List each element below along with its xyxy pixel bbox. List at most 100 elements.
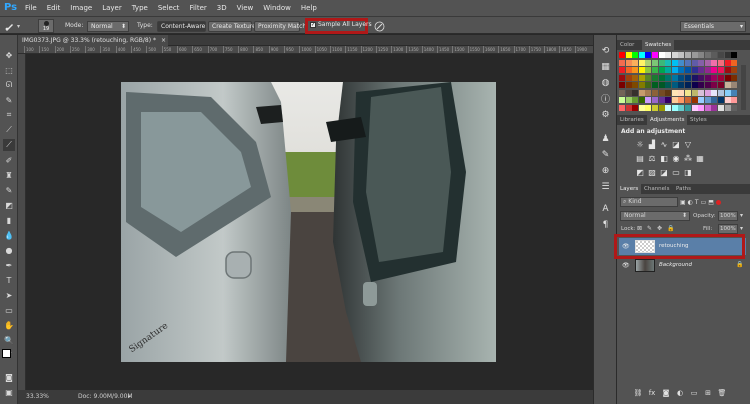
color-swatch[interactable] (685, 97, 691, 103)
visibility-eye-icon[interactable]: 👁 (622, 262, 630, 269)
layer-style-icon[interactable]: fx (647, 388, 657, 398)
eyedropper-tool-icon[interactable]: ⟋ (3, 124, 15, 136)
color-swatch[interactable] (645, 59, 652, 66)
menu-3d[interactable]: 3D (212, 0, 232, 16)
color-swatch[interactable] (685, 59, 691, 66)
color-swatch[interactable] (652, 67, 658, 73)
filter-toggle-icon[interactable] (715, 199, 721, 205)
color-swatch[interactable] (691, 59, 698, 66)
color-swatch[interactable] (652, 82, 658, 88)
lasso-tool-icon[interactable]: ᘏ (3, 79, 15, 91)
color-swatch[interactable] (665, 52, 672, 58)
color-swatch[interactable] (691, 97, 698, 103)
color-swatch[interactable] (671, 67, 678, 73)
color-swatch[interactable] (685, 67, 691, 73)
color-swatch[interactable] (671, 82, 678, 88)
brightness-icon[interactable]: ☼ (635, 139, 645, 149)
path-select-tool-icon[interactable]: ➤ (3, 289, 15, 301)
shape-filter-icon[interactable]: ▭ (701, 199, 707, 206)
dodge-tool-icon[interactable]: ● (3, 244, 15, 256)
tab-styles[interactable]: Styles (687, 115, 710, 125)
color-swatch[interactable] (652, 74, 658, 81)
color-swatch[interactable] (685, 104, 691, 111)
color-swatch[interactable] (632, 74, 639, 81)
color-swatch[interactable] (632, 104, 639, 111)
color-swatch[interactable] (632, 59, 639, 66)
lock-position-icon[interactable]: ✥ (657, 225, 662, 232)
color-swatch[interactable] (711, 59, 718, 66)
color-swatch[interactable] (691, 67, 698, 73)
color-swatch[interactable] (678, 82, 685, 88)
adjustment-filter-icon[interactable]: ◐ (688, 199, 693, 206)
color-swatch[interactable] (718, 59, 724, 66)
menu-filter[interactable]: Filter (184, 0, 211, 16)
color-swatch[interactable] (704, 104, 711, 111)
info-icon[interactable]: ⓘ (599, 92, 612, 105)
color-swatch[interactable] (619, 82, 625, 88)
color-swatch[interactable] (619, 89, 625, 96)
new-adjustment-icon[interactable]: ◐ (675, 388, 685, 398)
color-swatch[interactable] (724, 97, 731, 103)
stamp-icon[interactable]: ♟ (599, 132, 612, 145)
tab-libraries[interactable]: Libraries (617, 115, 647, 125)
color-swatch[interactable] (665, 67, 672, 73)
tool-preset-picker[interactable]: ▾ (4, 20, 28, 32)
color-swatch[interactable] (638, 89, 645, 96)
color-swatch[interactable] (678, 104, 685, 111)
color-swatch[interactable] (619, 104, 625, 111)
color-swatch[interactable] (678, 97, 685, 103)
properties-icon[interactable]: ⚙ (599, 108, 612, 121)
tab-channels[interactable]: Channels (641, 184, 672, 194)
photo-image[interactable]: Signature (121, 82, 496, 362)
color-swatch[interactable] (619, 59, 625, 66)
color-swatch[interactable] (632, 67, 639, 73)
color-swatch[interactable] (711, 82, 718, 88)
lock-transparent-icon[interactable]: ⊠ (637, 225, 642, 232)
brush-tool-icon[interactable]: ✐ (3, 154, 15, 166)
layer-row-background[interactable]: 👁 Background 🔒 (619, 257, 746, 274)
color-swatch[interactable] (638, 67, 645, 73)
color-swatch[interactable] (718, 97, 724, 103)
color-swatch[interactable] (731, 67, 738, 73)
foreground-color-swatch[interactable] (2, 349, 11, 358)
color-swatch[interactable] (724, 52, 731, 58)
color-swatch[interactable] (691, 104, 698, 111)
color-swatch[interactable] (718, 52, 724, 58)
fill-input[interactable]: 100% (718, 224, 738, 234)
color-swatch[interactable] (698, 89, 705, 96)
color-swatch[interactable] (711, 97, 718, 103)
color-swatch[interactable] (645, 67, 652, 73)
gradient-tool-icon[interactable]: ▮ (3, 214, 15, 226)
menu-select[interactable]: Select (153, 0, 185, 16)
screen-mode-icon[interactable]: ▣ (3, 386, 15, 398)
pixel-filter-icon[interactable]: ▣ (680, 199, 686, 206)
gradient-map-icon[interactable]: ▭ (671, 167, 681, 177)
color-swatch[interactable] (691, 74, 698, 81)
color-swatch[interactable] (698, 104, 705, 111)
color-swatch[interactable] (685, 82, 691, 88)
tab-swatches[interactable]: Swatches (642, 40, 675, 50)
swatches-scrollbar[interactable] (741, 65, 746, 110)
lock-all-icon[interactable]: 🔒 (667, 225, 674, 232)
color-swatch[interactable] (671, 97, 678, 103)
color-swatch[interactable] (645, 104, 652, 111)
crop-tool-icon[interactable]: ⌗ (3, 109, 15, 121)
quick-mask-icon[interactable]: ◙ (3, 371, 15, 383)
color-icon[interactable]: ◍ (599, 76, 612, 89)
color-swatch[interactable] (658, 52, 665, 58)
color-swatch[interactable] (619, 52, 625, 58)
color-swatch[interactable] (691, 52, 698, 58)
layer-name[interactable]: Background (659, 262, 692, 268)
color-swatch[interactable] (638, 104, 645, 111)
link-layers-icon[interactable]: ⛓ (633, 388, 643, 398)
color-swatch[interactable] (731, 104, 738, 111)
color-swatch[interactable] (731, 59, 738, 66)
brush-panel-icon[interactable]: ▦ (599, 60, 612, 73)
proximity-match-button[interactable]: Proximity Match (254, 21, 306, 32)
color-swatch[interactable] (718, 104, 724, 111)
layer-filter-kind[interactable]: ⌕ Kind (620, 197, 678, 207)
brush-size-picker[interactable]: 19 (38, 19, 54, 33)
type-tool-icon[interactable]: T (3, 274, 15, 286)
history-brush-tool-icon[interactable]: ✎ (3, 184, 15, 196)
menu-help[interactable]: Help (296, 0, 322, 16)
